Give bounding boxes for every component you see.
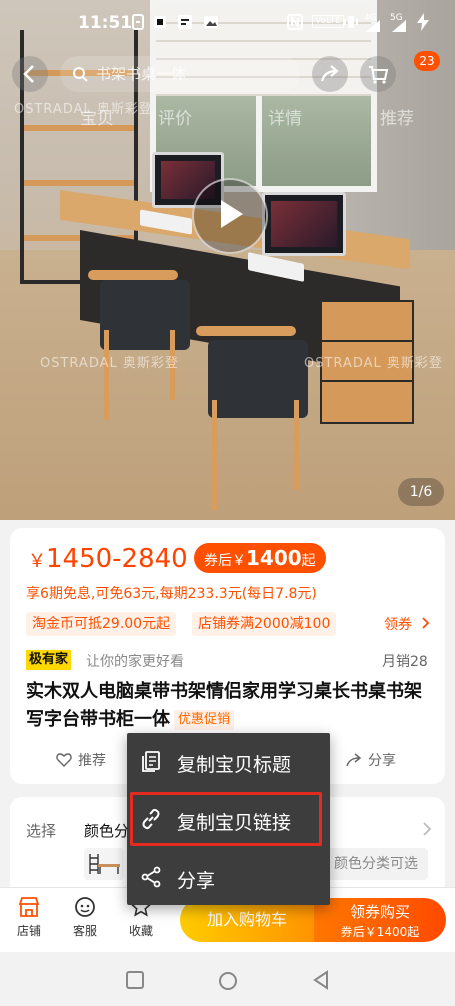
msg-icon <box>154 16 166 28</box>
chat-face-icon <box>75 897 95 917</box>
chair-right <box>208 340 308 418</box>
chevron-right-icon[interactable] <box>422 822 432 836</box>
copy-document-icon <box>142 751 160 772</box>
volte-icon: VoLTE <box>312 15 344 28</box>
context-menu: 复制宝贝标题 复制宝贝链接 分享 <box>127 733 330 905</box>
menu-copy-link[interactable]: 复制宝贝链接 <box>127 795 330 845</box>
play-video-button[interactable] <box>192 178 268 254</box>
tab-item[interactable]: 宝贝 <box>80 104 114 129</box>
menu-copy-link-label: 复制宝贝链接 <box>177 812 292 834</box>
gallery-icon <box>204 16 218 28</box>
heart-icon <box>56 753 72 767</box>
coupon-currency: ￥ <box>232 553 246 569</box>
watermark: OSTRADAL 奥斯彩登 <box>40 356 179 371</box>
cart-top-button[interactable] <box>360 56 396 92</box>
coupon-suffix: 起 <box>301 553 316 569</box>
top-overlay: 书架书桌一体 23 宝贝 评价 详情 推荐 <box>0 46 455 136</box>
get-coupon-link[interactable]: 领券 <box>384 614 430 634</box>
share-button[interactable]: 分享 <box>346 750 396 770</box>
vibrate-icon <box>344 16 358 28</box>
tab-bar: 宝贝 评价 详情 推荐 <box>0 100 455 132</box>
chair-left-back <box>88 270 178 280</box>
service-label: 客服 <box>72 924 97 938</box>
chair-leg <box>212 400 217 510</box>
back-button[interactable] <box>12 56 48 92</box>
tab-recommend[interactable]: 推荐 <box>380 104 414 129</box>
buy-now-label: 领券购买 <box>349 903 410 921</box>
signal-bars-icon <box>392 20 406 32</box>
menu-share-label: 分享 <box>177 870 216 892</box>
coin-deduction-chip[interactable]: 淘金币可抵29.00元起 <box>26 612 177 636</box>
coupon-price-badge[interactable]: 券后￥1400起 <box>194 543 326 573</box>
coupon-value: 1400 <box>246 546 302 570</box>
cart-badge: 23 <box>414 51 440 71</box>
coupon-label: 券后 <box>204 553 232 569</box>
customer-service-button[interactable]: 客服 <box>62 896 108 939</box>
menu-copy-title-label: 复制宝贝标题 <box>177 754 292 776</box>
tab-details[interactable]: 详情 <box>268 104 302 129</box>
chair-left <box>100 280 190 350</box>
favorite-label: 收藏 <box>128 924 153 938</box>
promo-tag[interactable]: 优惠促销 <box>174 710 235 730</box>
signal-bars-icon <box>366 20 380 32</box>
monthly-sales: 月销28 <box>382 654 428 670</box>
recommend-button[interactable]: 推荐 <box>56 750 106 770</box>
variant-hint[interactable]: 颜色分类可选 <box>324 848 428 880</box>
buy-now-sublabel: 券后￥1400起 <box>340 925 420 939</box>
home-icon[interactable] <box>217 970 239 992</box>
share-icon <box>141 866 161 888</box>
menu-copy-title[interactable]: 复制宝贝标题 <box>127 737 330 787</box>
get-coupon-label: 领券 <box>384 617 412 633</box>
search-text: 书架书桌一体 <box>96 65 187 83</box>
variant-thumbnail[interactable] <box>84 848 124 880</box>
share-top-button[interactable] <box>312 56 348 92</box>
desk-thumbnail-icon <box>89 854 120 874</box>
system-navigation-bar <box>0 953 455 1006</box>
share-label: 分享 <box>368 753 396 769</box>
brand-tag: 极有家 <box>26 650 72 670</box>
charging-icon <box>417 13 429 31</box>
buy-now-button[interactable]: 领券购买 券后￥1400起 <box>314 898 446 942</box>
brand-slogan: 让你的家更好看 <box>86 654 184 670</box>
shop-button[interactable]: 店铺 <box>6 896 52 939</box>
installment-info[interactable]: 享6期免息,可免63元,每期233.3元(每日7.8元) <box>26 583 317 603</box>
shop-label: 店铺 <box>16 924 41 938</box>
tab-reviews[interactable]: 评价 <box>158 104 192 129</box>
notification-icon <box>178 15 192 29</box>
cart-icon <box>369 66 389 84</box>
store-coupon-chip[interactable]: 店铺券满2000减100 <box>192 612 337 636</box>
share-arrow-icon <box>346 753 362 767</box>
back-nav-icon[interactable] <box>311 970 331 990</box>
currency-symbol: ￥ <box>28 551 46 572</box>
sim-icon <box>132 14 144 30</box>
price-range: ￥1450-2840 <box>28 544 188 574</box>
status-bar: 11:51 VoLTE 4G 5G <box>0 0 455 46</box>
shop-icon <box>18 897 40 917</box>
link-icon <box>142 808 160 830</box>
search-icon <box>73 67 88 82</box>
chevron-right-icon <box>422 617 430 629</box>
monitor-right <box>262 192 346 256</box>
back-arrow-icon <box>23 65 34 83</box>
chair-leg <box>104 330 109 420</box>
image-counter: 1/6 <box>398 478 444 506</box>
product-title: 实木双人电脑桌带书架情侣家用学习桌长书桌书架写字台带书柜一体 优惠促销 <box>26 678 436 734</box>
recommend-label: 推荐 <box>78 753 106 769</box>
menu-share[interactable]: 分享 <box>127 853 330 903</box>
recents-icon[interactable] <box>125 970 145 990</box>
price-value: 1450-2840 <box>46 544 188 574</box>
clock: 11:51 <box>78 13 133 33</box>
watermark: OSTRADAL 奥斯彩登 <box>304 356 443 371</box>
search-bar[interactable]: 书架书桌一体 <box>60 56 300 92</box>
share-arrow-icon <box>320 65 339 82</box>
nfc-icon <box>287 14 303 30</box>
chair-right-back <box>196 326 296 336</box>
select-label: 选择 <box>26 822 57 840</box>
chair-leg <box>294 400 299 490</box>
